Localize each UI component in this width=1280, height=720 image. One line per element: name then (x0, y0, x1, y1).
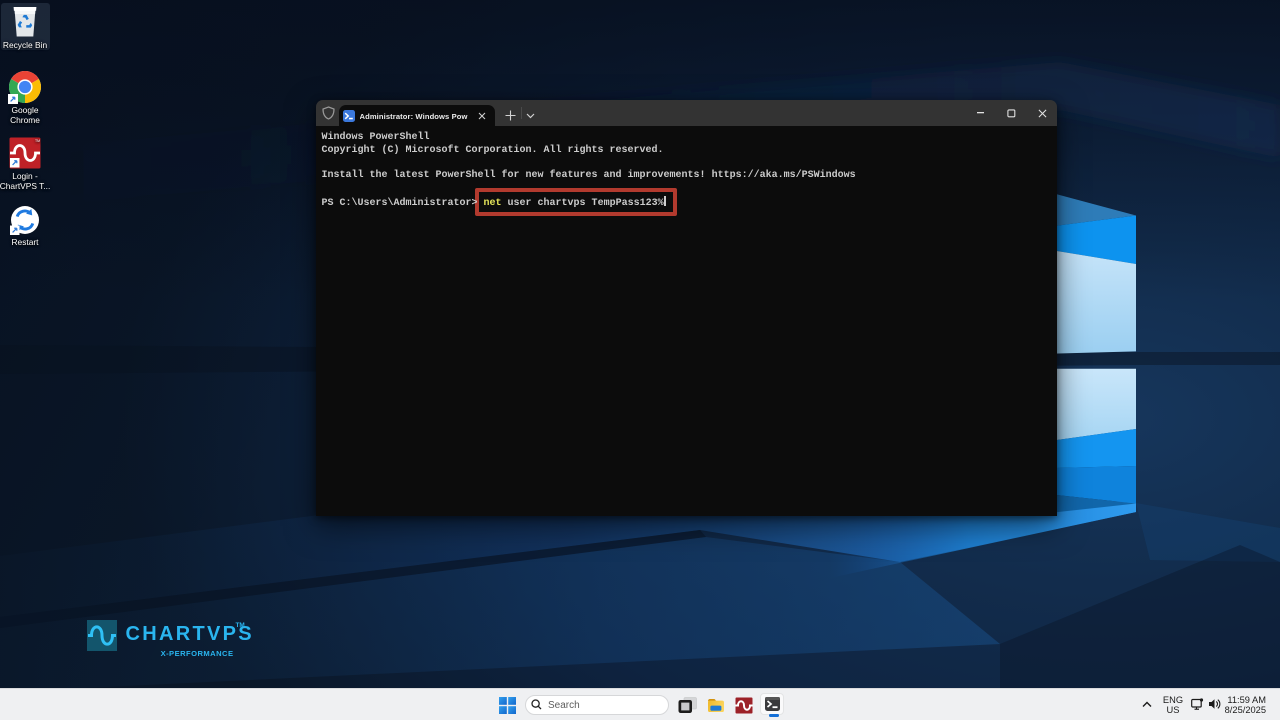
svg-text:TM: TM (35, 139, 40, 143)
